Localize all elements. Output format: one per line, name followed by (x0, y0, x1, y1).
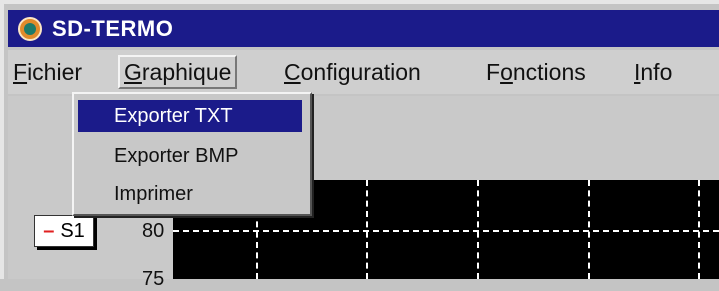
menu-graphique[interactable]: Graphique (118, 55, 238, 89)
graphique-dropdown-menu: Exporter TXT Exporter BMP Imprimer (72, 92, 312, 216)
gridline-vertical (477, 180, 479, 279)
gridline-horizontal (173, 230, 719, 232)
legend-label: S1 (60, 219, 85, 242)
menu-info[interactable]: Info (634, 57, 672, 87)
menu-fonctions[interactable]: Fonctions (486, 57, 586, 87)
y-tick-label: 80 (142, 220, 165, 242)
series-legend-s1[interactable]: – S1 (34, 215, 94, 247)
gridline-vertical (588, 180, 590, 279)
menu-bar: Fichier Graphique Configuration Fonction… (8, 50, 719, 94)
gridline-vertical (366, 180, 368, 279)
menu-item-exporter-txt[interactable]: Exporter TXT (78, 100, 302, 132)
window-title: SD-TERMO (52, 15, 174, 41)
gridline-vertical (698, 180, 700, 279)
menu-item-exporter-bmp[interactable]: Exporter BMP (78, 140, 302, 172)
title-bar[interactable]: SD-TERMO (8, 10, 719, 47)
menu-item-imprimer[interactable]: Imprimer (78, 178, 302, 210)
menu-configuration[interactable]: Configuration (284, 57, 421, 87)
y-tick-label: 75 (142, 268, 165, 290)
app-thermo-icon[interactable] (16, 15, 44, 43)
legend-line-icon: – (43, 219, 55, 242)
menu-fichier[interactable]: Fichier (13, 57, 82, 87)
